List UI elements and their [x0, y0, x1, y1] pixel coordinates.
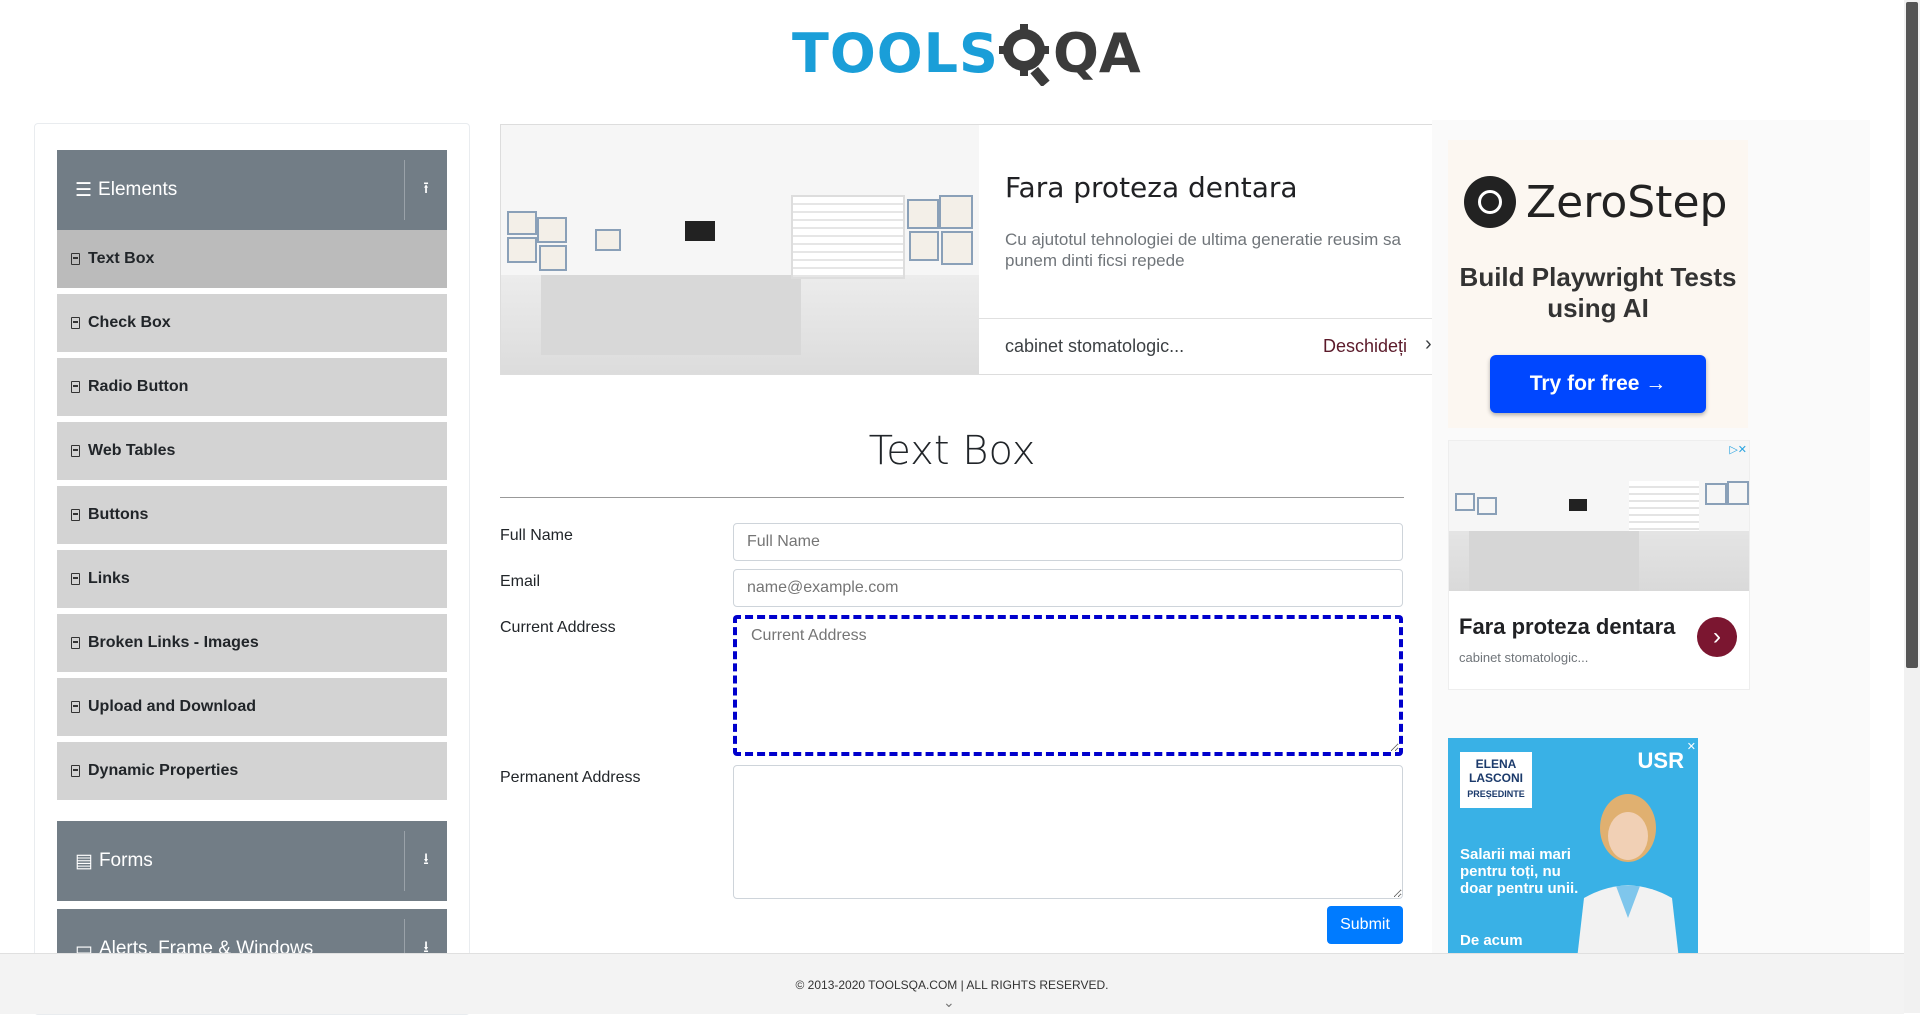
- group-forms-label: Forms: [98, 850, 153, 871]
- sidebar-item-radio-button[interactable]: Radio Button: [57, 358, 447, 419]
- sidebar-item-label: Radio Button: [88, 378, 189, 395]
- gear-magnifier-icon: [998, 24, 1050, 86]
- submit-button[interactable]: Submit: [1327, 906, 1403, 944]
- candidate-name-box: ELENA LASCONI PREȘEDINTE: [1460, 752, 1532, 808]
- sidebar-item-dynamic-properties[interactable]: Dynamic Properties: [57, 742, 447, 803]
- candidate-last-name: LASCONI: [1469, 771, 1523, 785]
- candidate-photo: [1577, 794, 1679, 953]
- close-icon[interactable]: ✕: [1687, 740, 1696, 753]
- title-divider: [500, 497, 1404, 498]
- permanent-address-label: Permanent Address: [500, 769, 641, 786]
- collapse-arrow-icon[interactable]: ⭱: [405, 177, 447, 204]
- ad-separator: [979, 318, 1433, 319]
- group-elements-title: ☰ Elements: [57, 179, 404, 202]
- group-forms-title: ▤ Forms: [57, 850, 404, 873]
- group-forms-header[interactable]: ▤ Forms ⭳: [57, 821, 447, 901]
- ad-domain: cabinet stomatologic...: [1005, 336, 1185, 356]
- menu-item-icon: [71, 509, 80, 521]
- toolsqa-logo[interactable]: TOOLS QA: [792, 14, 1141, 92]
- sidebar-item-upload-download[interactable]: Upload and Download: [57, 678, 447, 739]
- sidebar-item-label: Buttons: [88, 506, 149, 523]
- left-navigation-panel: ☰ Elements ⭱ Text Box Check Box Radio Bu…: [34, 123, 470, 1015]
- top-advertisement[interactable]: Fara proteza dentara Cu ajutotul tehnolo…: [500, 124, 1434, 375]
- page-title: Text Box: [868, 428, 1036, 474]
- sidebar-item-check-box[interactable]: Check Box: [57, 294, 447, 355]
- sidebar-item-broken-links[interactable]: Broken Links - Images: [57, 614, 447, 675]
- chevron-right-icon[interactable]: ›: [1697, 617, 1737, 657]
- page-footer: © 2013-2020 TOOLSQA.COM | ALL RIGHTS RES…: [0, 953, 1904, 1014]
- email-label: Email: [500, 573, 541, 590]
- full-name-input[interactable]: [733, 523, 1403, 561]
- dental-ad[interactable]: ▷✕ Fara proteza dentara cabinet stomatol…: [1448, 440, 1750, 690]
- current-address-textarea[interactable]: [733, 615, 1403, 756]
- candidate-first-name: ELENA: [1475, 757, 1517, 771]
- ad-open-link[interactable]: Deschideți: [1323, 336, 1407, 357]
- zerostep-ad[interactable]: ZeroStep Build Playwright Tests using AI…: [1448, 140, 1748, 428]
- menu-item-icon: [71, 765, 80, 777]
- dental-ad-photo: [1449, 441, 1749, 591]
- candidate-role: PREȘEDINTE: [1467, 789, 1525, 799]
- menu-item-icon: [71, 445, 80, 457]
- zerostep-name: ZeroStep: [1526, 176, 1728, 228]
- menu-item-icon: [71, 573, 80, 585]
- usr-logo: USR: [1637, 748, 1684, 773]
- full-name-label: Full Name: [500, 527, 573, 544]
- zerostep-logo: ZeroStep: [1464, 176, 1727, 228]
- permanent-address-textarea[interactable]: [733, 765, 1403, 899]
- sidebar-item-label: Upload and Download: [88, 698, 256, 715]
- dental-ad-title: Fara proteza dentara: [1459, 614, 1676, 639]
- sidebar-item-label: Dynamic Properties: [88, 762, 239, 779]
- sidebar-item-links[interactable]: Links: [57, 550, 447, 611]
- sidebar-item-label: Broken Links - Images: [88, 634, 259, 651]
- menu-item-icon: [71, 253, 80, 265]
- menu-item-icon: [71, 701, 80, 713]
- sidebar-item-text-box[interactable]: Text Box: [57, 230, 447, 291]
- usr-campaign-ad[interactable]: ELENA LASCONI PREȘEDINTE USR ✕ Salarii m…: [1448, 738, 1698, 953]
- sidebar-item-label: Links: [88, 570, 130, 587]
- ad-photo: [501, 125, 979, 374]
- scrollbar-thumb[interactable]: [1906, 2, 1918, 668]
- sidebar-item-label: Web Tables: [88, 442, 176, 459]
- sidebar-item-label: Check Box: [88, 314, 171, 331]
- chevron-down-icon[interactable]: ⌄: [943, 994, 955, 1011]
- menu-item-icon: [71, 381, 80, 393]
- ad-description: Cu ajutotul tehnologiei de ultima genera…: [1005, 230, 1401, 270]
- group-elements-header[interactable]: ☰ Elements ⭱: [57, 150, 447, 230]
- sidebar-item-buttons[interactable]: Buttons: [57, 486, 447, 547]
- hamburger-icon: ☰: [75, 179, 93, 201]
- menu-item-icon: [71, 637, 80, 649]
- ad-title[interactable]: Fara proteza dentara: [1005, 171, 1298, 204]
- copyright-text: © 2013-2020 TOOLSQA.COM | ALL RIGHTS RES…: [795, 978, 1109, 992]
- usr-ad-slogan-cont: De acum: [1460, 932, 1523, 949]
- expand-arrow-icon[interactable]: ⭳: [405, 848, 447, 875]
- logo-qa-text: QA: [1052, 21, 1141, 85]
- sidebar-item-web-tables[interactable]: Web Tables: [57, 422, 447, 483]
- menu-item-icon: [71, 317, 80, 329]
- document-icon: ▤: [75, 850, 93, 872]
- email-input[interactable]: [733, 569, 1403, 607]
- adchoices-icon[interactable]: ▷✕: [1729, 443, 1747, 456]
- usr-ad-slogan: Salarii mai mari pentru toți, nu doar pe…: [1460, 846, 1579, 897]
- sidebar-item-label: Text Box: [88, 250, 155, 267]
- zerostep-logo-icon: [1464, 176, 1516, 228]
- dental-ad-domain: cabinet stomatologic...: [1459, 650, 1589, 665]
- chevron-right-icon[interactable]: ›: [1425, 333, 1432, 356]
- current-address-label: Current Address: [500, 619, 616, 636]
- zerostep-headline: Build Playwright Tests using AI: [1459, 262, 1737, 323]
- logo-tools-text: TOOLS: [792, 21, 999, 85]
- group-elements-label: Elements: [98, 179, 178, 200]
- try-for-free-button[interactable]: Try for free →: [1490, 355, 1706, 413]
- vertical-scrollbar[interactable]: [1904, 0, 1920, 1013]
